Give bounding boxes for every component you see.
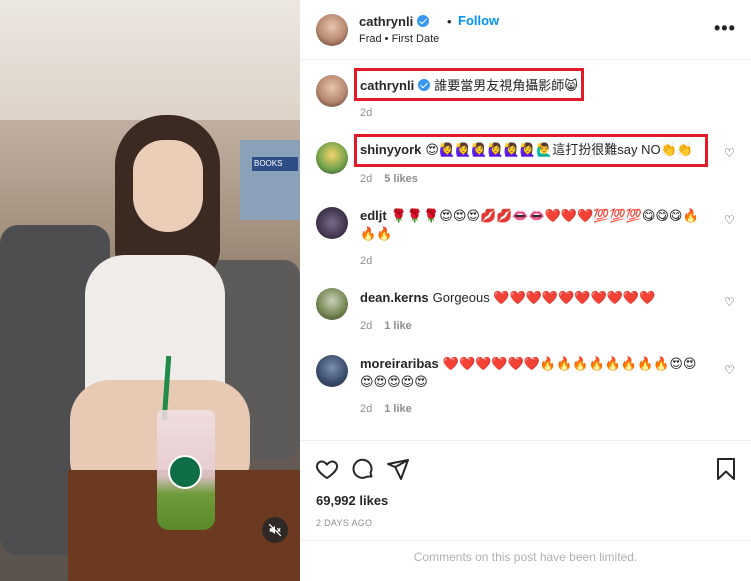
comment-username[interactable]: dean.kerns (360, 290, 429, 305)
comment-icon (352, 458, 373, 479)
caption-avatar[interactable] (316, 75, 348, 107)
instagram-post-modal: BOOKS cathrynli • Follow Frad • First Da… (0, 0, 751, 581)
comment-likes[interactable]: 1 like (384, 403, 412, 415)
comment-meta: 2d 1 like (360, 320, 424, 332)
comment-time[interactable]: 2d (360, 255, 372, 267)
post-media[interactable]: BOOKS (0, 0, 300, 581)
verified-badge-icon (417, 15, 430, 27)
commenter-avatar[interactable] (316, 288, 348, 320)
caption-meta: 2d (360, 107, 384, 119)
share-button[interactable] (386, 457, 410, 484)
comment-like-heart-icon[interactable]: ♡ (724, 295, 735, 309)
comment-body: 🌹🌹🌹😍😍😍💋💋👄👄❤️❤️❤️💯💯💯😋😋😋🔥🔥🔥 (360, 208, 699, 241)
comment-meta: 2d 1 like (360, 403, 424, 415)
media-background (0, 0, 300, 120)
author-avatar[interactable] (316, 14, 348, 46)
comment-body: Gorgeous ❤️❤️❤️❤️❤️❤️❤️❤️❤️❤️ (432, 290, 656, 305)
comment-time[interactable]: 2d (360, 320, 372, 332)
speaker-muted-icon (268, 523, 282, 537)
likes-count[interactable]: 69,992 likes (316, 493, 388, 508)
comment-username[interactable]: moreiraribas (360, 356, 439, 371)
commenter-avatar[interactable] (316, 207, 348, 239)
heart-icon (315, 460, 339, 480)
cup-logo (168, 455, 202, 489)
comment-like-heart-icon[interactable]: ♡ (724, 213, 735, 227)
comment-text: dean.kerns Gorgeous ❤️❤️❤️❤️❤️❤️❤️❤️❤️❤️ (360, 289, 710, 307)
more-options-button[interactable]: ••• (714, 18, 736, 39)
follow-button[interactable]: Follow (458, 13, 499, 28)
comment-button[interactable] (351, 457, 375, 484)
store-front (240, 140, 300, 220)
comment-text: moreiraribas ❤️❤️❤️❤️❤️❤️🔥🔥🔥🔥🔥🔥🔥🔥😍😍😍😍😍😍😍 (360, 355, 710, 391)
store-sign: BOOKS (252, 157, 298, 171)
highlight-box-comment (354, 134, 708, 167)
bookmark-icon (717, 458, 735, 480)
highlight-box-caption (354, 68, 584, 101)
author-username-text[interactable]: cathrynli (359, 14, 413, 29)
comment-like-heart-icon[interactable]: ♡ (724, 146, 735, 160)
like-button[interactable] (315, 457, 339, 484)
comment-likes[interactable]: 1 like (384, 320, 412, 332)
comment-time[interactable]: 2d (360, 403, 372, 415)
comment-text: edljt 🌹🌹🌹😍😍😍💋💋👄👄❤️❤️❤️💯💯💯😋😋😋🔥🔥🔥 (360, 207, 710, 243)
share-icon (387, 459, 409, 480)
author-username[interactable]: cathrynli (359, 14, 430, 29)
header-separator: • (447, 14, 452, 29)
comment-like-heart-icon[interactable]: ♡ (724, 363, 735, 377)
save-button[interactable] (715, 457, 737, 484)
comments-limited-notice: Comments on this post have been limited. (300, 540, 751, 581)
post-date[interactable]: 2 DAYS AGO (316, 518, 372, 528)
audio-subtitle[interactable]: Frad • First Date (359, 33, 439, 45)
comment-likes[interactable]: 5 likes (384, 173, 418, 185)
caption-time[interactable]: 2d (360, 107, 372, 119)
comment-meta: 2d (360, 255, 384, 267)
person-face (133, 140, 203, 232)
commenter-avatar[interactable] (316, 142, 348, 174)
mute-button[interactable] (262, 517, 288, 543)
commenter-avatar[interactable] (316, 355, 348, 387)
comment-time[interactable]: 2d (360, 173, 372, 185)
comment-meta: 2d 5 likes (360, 173, 442, 185)
comment-username[interactable]: edljt (360, 208, 387, 223)
post-side-panel: cathrynli • Follow Frad • First Date •••… (300, 0, 751, 581)
post-actions-bar: 69,992 likes 2 DAYS AGO Comments on this… (300, 440, 751, 581)
post-header: cathrynli • Follow Frad • First Date ••• (300, 0, 751, 60)
